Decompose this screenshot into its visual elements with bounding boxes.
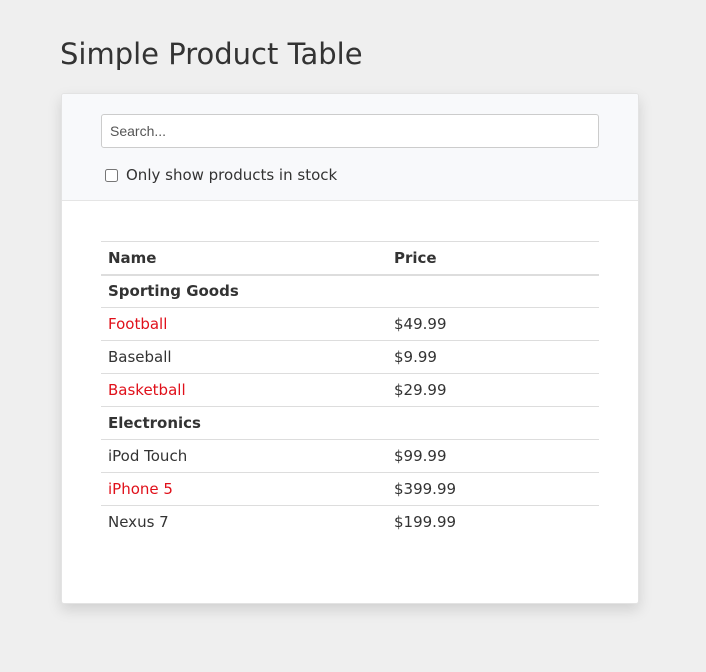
product-price: $99.99: [387, 439, 599, 473]
header-row: Name Price: [101, 241, 599, 276]
category-row: Sporting Goods: [101, 274, 599, 308]
page: Simple Product Table Only show products …: [0, 0, 706, 672]
product-row: Nexus 7 $199.99: [101, 505, 599, 539]
product-name: iPod Touch: [101, 439, 387, 473]
product-row: Football $49.99: [101, 307, 599, 341]
in-stock-label: Only show products in stock: [126, 166, 338, 184]
page-title: Simple Product Table: [60, 37, 363, 71]
product-table-card: Only show products in stock Name Price S…: [61, 93, 639, 604]
product-name: Nexus 7: [101, 505, 387, 539]
search-input[interactable]: [101, 114, 599, 148]
product-price: $399.99: [387, 472, 599, 506]
product-name: iPhone 5: [101, 472, 387, 506]
in-stock-filter[interactable]: Only show products in stock: [105, 165, 337, 185]
product-price: $49.99: [387, 307, 599, 341]
table-header: Name Price: [101, 241, 599, 276]
column-header-name: Name: [101, 241, 387, 276]
category-row: Electronics: [101, 406, 599, 440]
product-row: Baseball $9.99: [101, 340, 599, 374]
search-bar: Only show products in stock: [62, 94, 638, 201]
product-row: iPod Touch $99.99: [101, 439, 599, 473]
table-body: Sporting Goods Football $49.99 Baseball …: [101, 274, 599, 539]
in-stock-checkbox[interactable]: [105, 168, 118, 182]
product-price: $29.99: [387, 373, 599, 407]
product-table: Name Price Sporting Goods Football $49.9…: [101, 241, 599, 539]
product-price: $199.99: [387, 505, 599, 539]
product-name: Basketball: [101, 373, 387, 407]
product-row: iPhone 5 $399.99: [101, 472, 599, 506]
product-row: Basketball $29.99: [101, 373, 599, 407]
category-name: Electronics: [101, 406, 599, 440]
product-name: Football: [101, 307, 387, 341]
product-name: Baseball: [101, 340, 387, 374]
category-name: Sporting Goods: [101, 274, 599, 308]
column-header-price: Price: [387, 241, 599, 276]
product-price: $9.99: [387, 340, 599, 374]
